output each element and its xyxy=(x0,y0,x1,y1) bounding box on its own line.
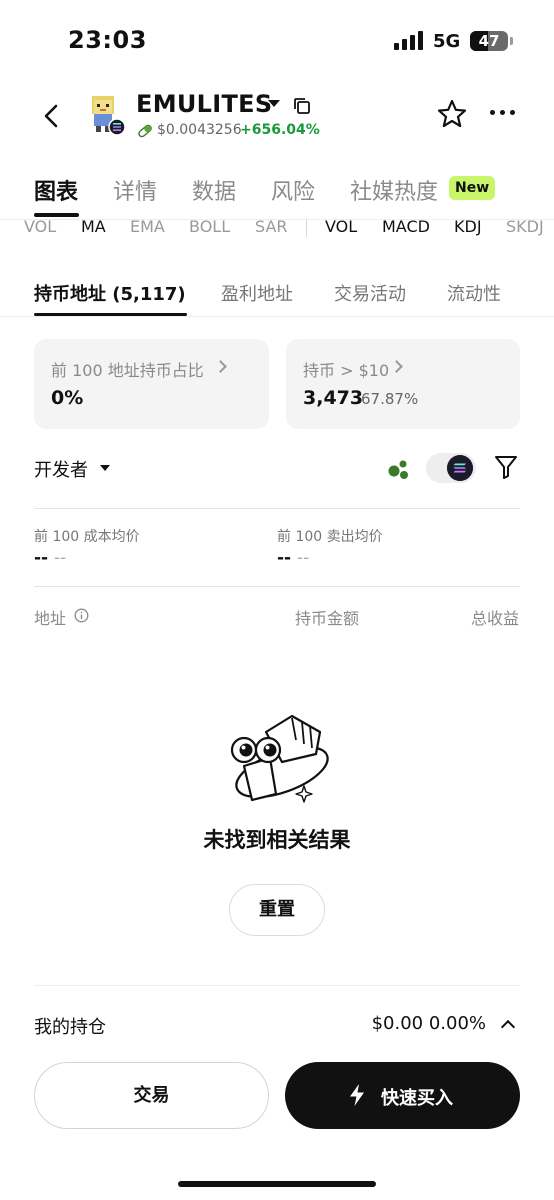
caret-down-icon[interactable] xyxy=(268,100,280,107)
indicator-macd[interactable]: MACD xyxy=(382,217,430,236)
indicator-vol-sub[interactable]: VOL xyxy=(325,217,357,236)
card-label: 持币 > $10 xyxy=(303,361,390,380)
back-icon[interactable] xyxy=(38,100,66,132)
home-indicator[interactable] xyxy=(178,1181,376,1187)
token-header: EMULITES $0.0043256 +656.04% xyxy=(0,82,554,152)
battery-icon: 47 xyxy=(470,31,508,51)
card-percentage: 67.87% xyxy=(361,390,419,408)
tab-data[interactable]: 数据 xyxy=(192,174,236,206)
battery-level: 47 xyxy=(478,32,500,50)
token-price: $0.0043256 xyxy=(157,122,242,138)
tab-trade-activity[interactable]: 交易活动 xyxy=(334,280,406,306)
status-time: 23:03 xyxy=(68,26,147,54)
indicator-boll[interactable]: BOLL xyxy=(189,217,230,236)
column-holding-amount[interactable]: 持币金额 xyxy=(295,605,359,629)
tab-chart[interactable]: 图表 xyxy=(34,174,78,206)
avg-cost-value: -- -- xyxy=(34,548,67,568)
battery-cap xyxy=(510,37,513,45)
more-icon[interactable] xyxy=(490,110,518,118)
avg-sell-label: 前 100 卖出均价 xyxy=(277,529,383,545)
copy-icon[interactable] xyxy=(292,96,312,116)
holders-over-10-card[interactable]: 持币 > $10 3,473 67.87% xyxy=(286,339,520,429)
tab-risk[interactable]: 风险 xyxy=(271,174,315,206)
indicator-row: VOL MA EMA BOLL SAR VOL MACD KDJ SKDJ xyxy=(0,214,554,244)
tab-liquidity[interactable]: 流动性 xyxy=(447,280,501,306)
indicator-ema[interactable]: EMA xyxy=(130,217,165,236)
card-label: 前 100 地址持币占比 xyxy=(51,361,204,380)
card-value: 3,473 xyxy=(303,387,364,409)
filter-icon[interactable] xyxy=(494,454,518,480)
sub-tab-divider xyxy=(0,316,554,317)
indicator-ma[interactable]: MA xyxy=(81,217,106,236)
info-icon[interactable] xyxy=(74,608,89,623)
empty-state-message: 未找到相关结果 xyxy=(203,828,351,852)
developer-filter[interactable]: 开发者 xyxy=(34,456,88,482)
indicator-sar[interactable]: SAR xyxy=(255,217,288,236)
card-value: 0% xyxy=(51,387,84,409)
chevron-right-icon xyxy=(390,360,403,373)
top100-share-card[interactable]: 前 100 地址持币占比 0% xyxy=(34,339,269,429)
caret-down-icon[interactable] xyxy=(100,465,110,471)
column-address: 地址 xyxy=(34,609,67,628)
tab-social[interactable]: 社媒热度 xyxy=(350,174,438,206)
indicator-kdj[interactable]: KDJ xyxy=(454,217,482,236)
divider xyxy=(34,586,520,587)
indicator-separator xyxy=(306,219,307,237)
chevron-up-icon[interactable] xyxy=(500,1019,516,1035)
divider xyxy=(34,508,520,509)
cluster-icon[interactable] xyxy=(386,456,412,480)
tab-holders[interactable]: 持币地址 (5,117) xyxy=(34,280,186,306)
reset-button[interactable]: 重置 xyxy=(229,884,325,936)
my-holdings-value: $0.00 0.00% xyxy=(371,1013,486,1034)
lightning-icon xyxy=(350,1084,364,1106)
avg-sell-value: -- -- xyxy=(277,548,310,568)
tab-details[interactable]: 详情 xyxy=(113,174,157,206)
new-badge: New xyxy=(449,176,496,200)
divider xyxy=(34,985,520,986)
quick-buy-button[interactable]: 快速买入 xyxy=(285,1062,520,1129)
empty-binoculars-illustration xyxy=(230,714,329,803)
token-name[interactable]: EMULITES xyxy=(136,90,272,118)
avg-cost-label: 前 100 成本均价 xyxy=(34,529,140,545)
tab-profit-addresses[interactable]: 盈利地址 xyxy=(221,280,293,306)
trade-button[interactable]: 交易 xyxy=(34,1062,269,1129)
solana-icon xyxy=(447,455,473,481)
indicator-vol-main[interactable]: VOL xyxy=(24,217,56,236)
star-icon[interactable] xyxy=(436,98,468,130)
status-bar: 23:03 5G 47 xyxy=(0,0,554,80)
token-avatar xyxy=(92,96,126,136)
quick-buy-label: 快速买入 xyxy=(381,1088,453,1109)
indicator-skdj[interactable]: SKDJ xyxy=(506,217,544,236)
price-change: +656.04% xyxy=(240,122,320,138)
signal-icon xyxy=(394,30,424,50)
network-type: 5G xyxy=(433,31,461,52)
column-total-pnl[interactable]: 总收益 xyxy=(471,605,519,629)
pill-icon xyxy=(138,124,152,138)
my-holdings-label: 我的持仓 xyxy=(34,1017,106,1038)
chevron-right-icon xyxy=(214,360,227,373)
